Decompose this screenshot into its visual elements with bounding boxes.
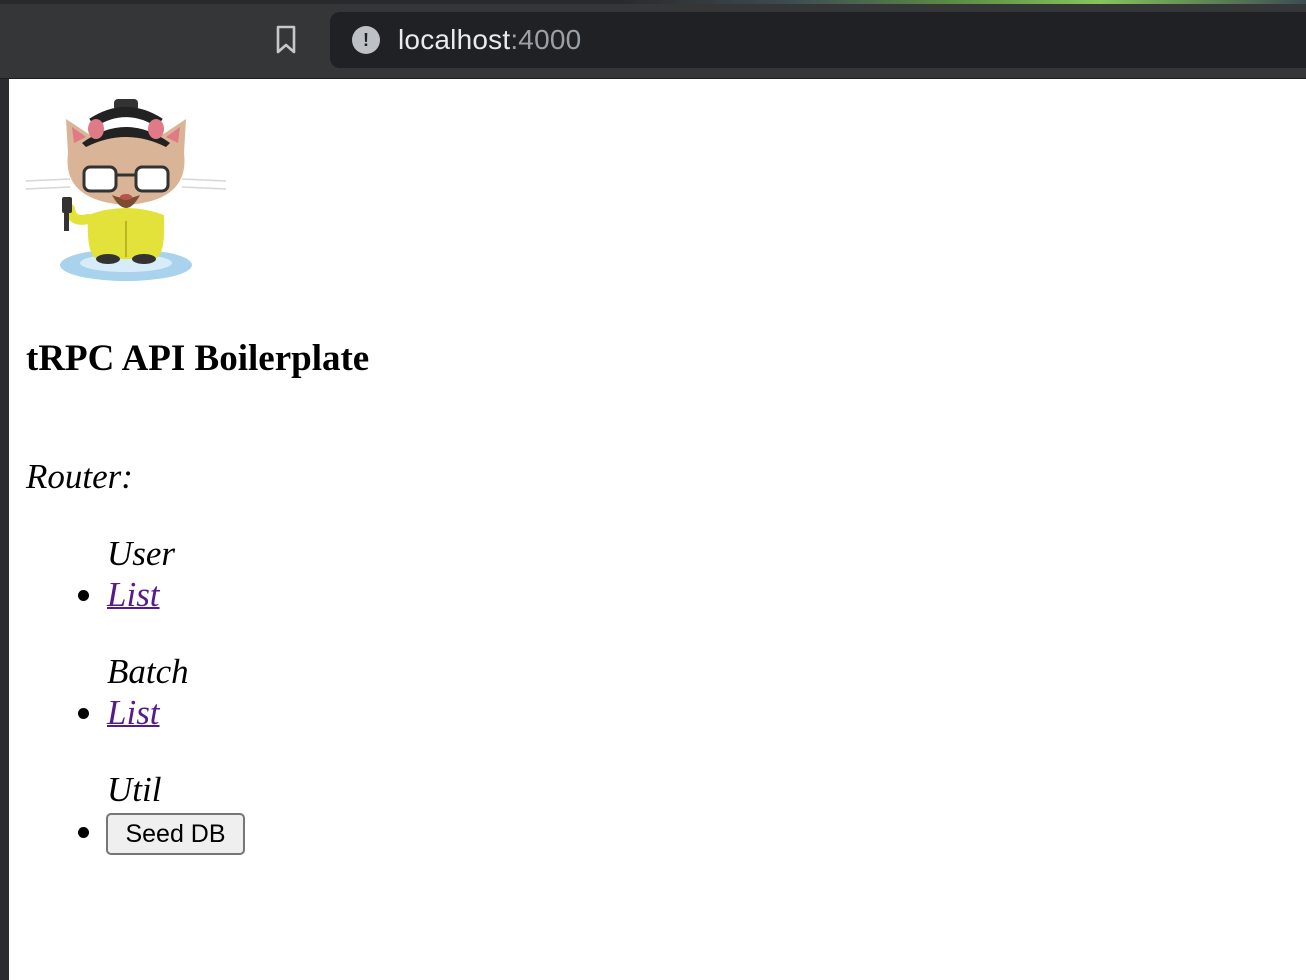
page-viewport: tRPC API Boilerplate Router: User List B… — [0, 79, 1306, 980]
window-left-edge — [0, 79, 9, 980]
info-icon[interactable]: ! — [352, 26, 380, 54]
page-title: tRPC API Boilerplate — [26, 338, 370, 379]
octocat-logo — [26, 99, 226, 281]
batch-list-link[interactable]: List — [107, 693, 160, 733]
list-bullet — [78, 708, 89, 719]
group-label-util: Util — [107, 770, 162, 809]
url-text: localhost:4000 — [398, 24, 581, 56]
url-port: :4000 — [510, 24, 582, 55]
bookmark-icon — [276, 25, 296, 54]
seed-db-button[interactable]: Seed DB — [106, 813, 245, 855]
url-host: localhost — [398, 24, 511, 55]
router-label: Router: — [26, 457, 133, 496]
list-bullet — [78, 827, 89, 838]
list-bullet — [78, 590, 89, 601]
address-bar[interactable]: ! localhost:4000 — [330, 12, 1306, 68]
group-label-batch: Batch — [107, 652, 189, 691]
bookmark-button[interactable] — [268, 22, 304, 58]
user-list-link[interactable]: List — [107, 575, 160, 615]
window-accent-strip — [620, 0, 1306, 4]
group-label-user: User — [107, 534, 176, 573]
browser-toolbar: ! localhost:4000 — [0, 0, 1306, 79]
